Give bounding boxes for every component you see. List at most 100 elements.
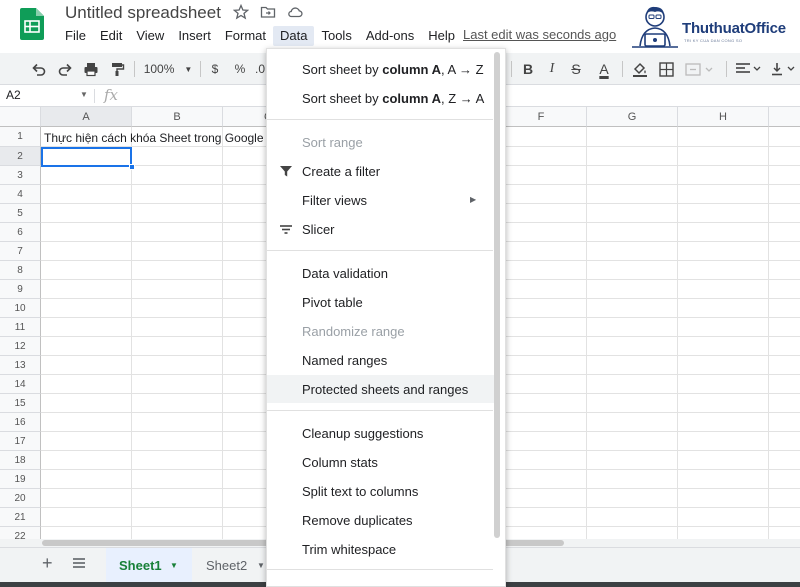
menu-format[interactable]: Format [218,26,273,46]
document-title[interactable]: Untitled spreadsheet [65,3,221,23]
menu-edit[interactable]: Edit [93,26,129,46]
row-header-21[interactable]: 21 [0,508,41,527]
fill-handle[interactable] [129,164,135,170]
menu-item-cleanup-suggestions[interactable]: Cleanup suggestions [267,419,495,447]
menu-item-label: Trim whitespace [302,542,397,557]
row-header-12[interactable]: 12 [0,337,41,356]
add-sheet-icon[interactable]: + [42,553,53,574]
menu-tools[interactable]: Tools [314,26,358,46]
format-currency-button[interactable]: $ [206,53,224,85]
row-header-18[interactable]: 18 [0,451,41,470]
format-percent-button[interactable]: % [230,53,250,85]
sheet-tab-label[interactable]: Sheet1 [119,558,162,573]
redo-icon[interactable] [54,53,76,85]
bold-button[interactable]: B [518,53,538,85]
row-header-3[interactable]: 3 [0,166,41,185]
menu-insert[interactable]: Insert [171,26,218,46]
menu-item-pivot-table[interactable]: Pivot table [267,288,495,316]
row-header-4[interactable]: 4 [0,185,41,204]
menu-scrollbar[interactable] [494,52,500,538]
all-sheets-icon[interactable] [72,556,86,570]
decrease-decimal-button[interactable]: .0 [253,53,267,85]
row-header-13[interactable]: 13 [0,356,41,375]
menu-item-sort-sheet-za[interactable]: Sort sheet by column A, Z → A [267,84,495,112]
row-header-9[interactable]: 9 [0,280,41,299]
menu-help[interactable]: Help [421,26,462,46]
column-header-g[interactable]: G [587,107,678,127]
row-header-10[interactable]: 10 [0,299,41,318]
column-header-b[interactable]: B [132,107,223,127]
menu-data[interactable]: Data [273,26,315,46]
menu-item-label: Pivot table [302,295,363,310]
submenu-arrow-icon: ▶ [470,195,477,204]
row-header-15[interactable]: 15 [0,394,41,413]
menu-item-named-ranges[interactable]: Named ranges [267,346,495,374]
menu-item-split-text-to-columns[interactable]: Split text to columns [267,477,495,505]
row-header-11[interactable]: 11 [0,318,41,337]
undo-icon[interactable] [28,53,50,85]
fx-icon: fx [104,86,119,104]
menu-view[interactable]: View [129,26,171,46]
menu-item-create-filter[interactable]: Create a filter [267,157,495,185]
borders-icon[interactable] [656,53,676,85]
brand-name: ThuthuatOffice [682,20,786,37]
print-icon[interactable] [80,53,102,85]
menu-item-label: Named ranges [302,353,388,368]
zoom-value: 100% [143,62,175,76]
row-header-17[interactable]: 17 [0,432,41,451]
menu-item-remove-duplicates[interactable]: Remove duplicates [267,506,495,534]
strikethrough-button[interactable]: S [566,53,586,85]
menu-item-protected-sheets-and-ranges[interactable]: Protected sheets and ranges [267,375,495,403]
column-header-a[interactable]: A [41,107,132,127]
star-icon[interactable] [233,4,249,20]
menu-item-label: Data validation [302,266,388,281]
menu-add-ons[interactable]: Add-ons [359,26,421,46]
last-edit-link[interactable]: Last edit was seconds ago [463,27,616,42]
row-header-7[interactable]: 7 [0,242,41,261]
chevron-down-icon[interactable]: ▼ [170,561,178,570]
horizontal-align-icon[interactable] [732,53,766,85]
cell-a1[interactable]: Thực hiện cách khóa Sheet trong Google [44,131,264,145]
row-header-8[interactable]: 8 [0,261,41,280]
chevron-down-icon: ▼ [184,64,193,74]
row-header-5[interactable]: 5 [0,204,41,223]
menu-item-label: Filter views [302,193,368,208]
row-header-16[interactable]: 16 [0,413,41,432]
menu-file[interactable]: File [58,26,93,46]
italic-button[interactable]: I [542,53,562,85]
menu-item-label: Sort sheet by column A, Z → A [302,91,485,106]
menu-item-filter-views[interactable]: Filter views ▶ [267,186,495,214]
selected-cell-a2[interactable] [41,147,132,167]
menu-item-randomize-range: Randomize range [267,317,495,345]
spreadsheet-window: Untitled spreadsheet File Edit View Inse… [0,0,800,587]
row-header-20[interactable]: 20 [0,489,41,508]
vertical-align-icon[interactable] [768,53,800,85]
row-header-6[interactable]: 6 [0,223,41,242]
row-header-14[interactable]: 14 [0,375,41,394]
chevron-down-icon[interactable]: ▼ [80,90,88,99]
row-header-19[interactable]: 19 [0,470,41,489]
row-header-22[interactable]: 22 [0,527,41,539]
select-all-corner[interactable] [0,107,41,127]
merge-cells-icon[interactable] [682,53,718,85]
paint-format-icon[interactable] [106,53,128,85]
column-header-h[interactable]: H [678,107,769,127]
column-header-f[interactable]: F [496,107,587,127]
menu-item-data-validation[interactable]: Data validation [267,259,495,287]
sheet-tab-sheet2[interactable]: Sheet2 [206,558,247,573]
column-header-i[interactable] [769,107,800,127]
menu-item-sort-sheet-az[interactable]: Sort sheet by column A, A → Z [267,55,495,83]
menu-item-trim-whitespace[interactable]: Trim whitespace [267,535,495,563]
move-folder-icon[interactable] [260,4,276,20]
row-header-2[interactable]: 2 [0,147,41,166]
text-color-button[interactable]: A [593,53,615,85]
zoom-select[interactable]: 100% ▼ [140,53,196,85]
chevron-down-icon[interactable]: ▼ [257,561,265,570]
name-box[interactable]: A2 [6,88,21,102]
row-header-1[interactable]: 1 [0,127,41,147]
menu-item-column-stats[interactable]: Column stats [267,448,495,476]
menu-item-slicer[interactable]: Slicer [267,215,495,243]
fill-color-icon[interactable] [630,53,650,85]
sheets-logo-icon[interactable] [20,8,44,40]
cloud-status-icon[interactable] [287,4,303,20]
